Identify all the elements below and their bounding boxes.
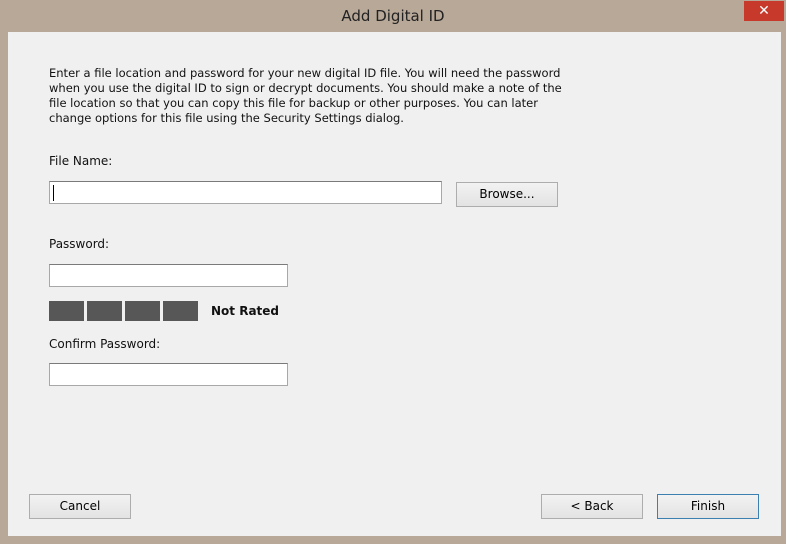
back-button[interactable]: < Back — [541, 494, 643, 519]
file-name-label: File Name: — [49, 154, 113, 168]
password-strength-rating: Not Rated — [211, 304, 280, 318]
strength-segment — [49, 301, 84, 321]
cancel-button[interactable]: Cancel — [29, 494, 131, 519]
window-title: Add Digital ID — [341, 7, 445, 25]
close-icon: ✕ — [758, 3, 770, 19]
title-bar: Add Digital ID ✕ — [0, 0, 786, 32]
password-input[interactable] — [49, 264, 288, 287]
intro-text: Enter a file location and password for y… — [49, 66, 562, 125]
finish-button[interactable]: Finish — [657, 494, 759, 519]
strength-segment — [87, 301, 122, 321]
browse-button[interactable]: Browse... — [456, 182, 558, 207]
strength-segment — [163, 301, 198, 321]
dialog-body: Enter a file location and password for y… — [8, 32, 781, 536]
password-label: Password: — [49, 237, 110, 251]
text-caret — [53, 185, 54, 201]
close-button[interactable]: ✕ — [744, 1, 784, 21]
confirm-password-label: Confirm Password: — [49, 337, 161, 351]
file-name-input[interactable] — [49, 181, 442, 204]
confirm-password-input[interactable] — [49, 363, 288, 386]
strength-segment — [125, 301, 160, 321]
